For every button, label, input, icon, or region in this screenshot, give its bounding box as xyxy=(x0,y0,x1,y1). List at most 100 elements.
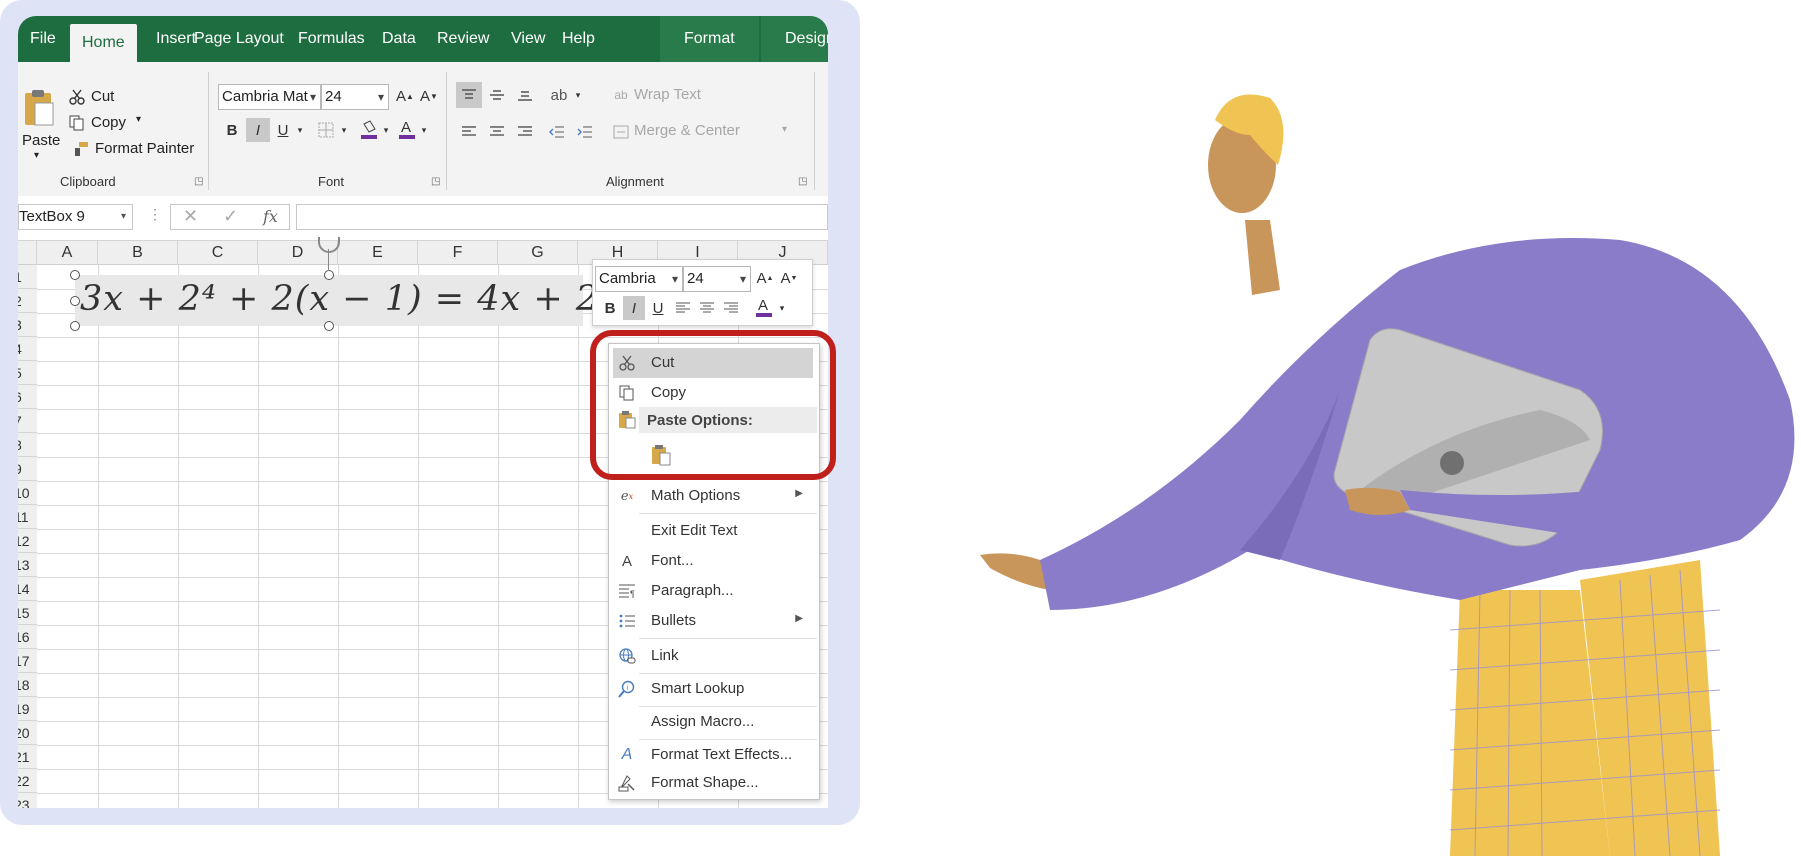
borders-dropdown-icon[interactable]: ▾ xyxy=(338,118,350,142)
menu-item-assign-macro[interactable]: Assign Macro... xyxy=(609,707,817,737)
menu-item-paragraph[interactable]: ¶ Paragraph... xyxy=(609,576,817,606)
align-right-icon[interactable] xyxy=(512,120,538,144)
menu-item-exit-edit-text[interactable]: Exit Edit Text xyxy=(609,516,817,546)
row-header[interactable]: 20 xyxy=(18,721,37,745)
paste-button-label[interactable]: Paste xyxy=(22,132,60,149)
equation-text[interactable]: 3x + 2⁴ + 2(x − 1) = 4x + 2⁵ xyxy=(80,279,614,319)
copy-dropdown-icon[interactable]: ▾ xyxy=(136,114,141,125)
align-right-icon[interactable] xyxy=(721,298,741,318)
menu-item-math-options[interactable]: ex Math Options ▶ xyxy=(609,481,817,511)
enter-icon[interactable]: ✓ xyxy=(223,206,238,227)
align-left-icon[interactable] xyxy=(456,120,482,144)
decrease-indent-icon[interactable] xyxy=(544,120,570,144)
row-header[interactable]: 8 xyxy=(18,433,37,457)
row-header[interactable]: 22 xyxy=(18,769,37,793)
font-launcher-icon[interactable]: ◳ xyxy=(431,176,440,187)
copy-button[interactable]: Copy xyxy=(91,114,126,131)
mini-underline-button[interactable]: U xyxy=(647,296,669,320)
tab-format[interactable]: Format xyxy=(660,16,759,62)
mini-bold-button[interactable]: B xyxy=(599,296,621,320)
column-header[interactable]: C xyxy=(178,241,258,265)
row-header[interactable]: 17 xyxy=(18,649,37,673)
insert-function-icon[interactable]: fx xyxy=(263,207,278,226)
copy-icon[interactable] xyxy=(68,114,86,132)
font-color-dropdown-icon[interactable]: ▾ xyxy=(777,296,787,320)
align-center-icon[interactable] xyxy=(697,298,717,318)
column-header[interactable]: B xyxy=(98,241,178,265)
resize-handle[interactable] xyxy=(324,321,334,331)
align-bottom-icon[interactable] xyxy=(512,82,538,108)
resize-handle[interactable] xyxy=(70,321,80,331)
row-header[interactable]: 1 xyxy=(18,265,37,289)
orientation-icon[interactable]: ab xyxy=(546,82,572,108)
row-header[interactable]: 10 xyxy=(18,481,37,505)
row-header[interactable]: 13 xyxy=(18,553,37,577)
menu-item-bullets[interactable]: Bullets ▶ xyxy=(609,606,817,636)
resize-handle[interactable] xyxy=(324,270,334,280)
font-color-icon[interactable]: A xyxy=(753,294,775,320)
menu-item-font[interactable]: A Font... xyxy=(609,546,817,576)
align-center-icon[interactable] xyxy=(484,120,510,144)
merge-dropdown-icon[interactable]: ▾ xyxy=(782,124,787,135)
mini-font-combo[interactable]: Cambria ▾ xyxy=(595,266,683,292)
decrease-font-icon[interactable]: A ▼ xyxy=(779,268,799,288)
row-header[interactable]: 3 xyxy=(18,313,37,337)
underline-dropdown-icon[interactable]: ▾ xyxy=(294,118,306,142)
tab-page-layout[interactable]: Page Layout xyxy=(182,16,296,62)
font-size-combo[interactable]: 24 ▾ xyxy=(321,84,389,110)
increase-font-icon[interactable]: A ▲ xyxy=(755,268,775,288)
resize-handle[interactable] xyxy=(70,296,80,306)
row-header[interactable]: 9 xyxy=(18,457,37,481)
row-header[interactable]: 4 xyxy=(18,337,37,361)
wrap-text-button[interactable]: Wrap Text xyxy=(634,86,701,103)
merge-center-icon[interactable] xyxy=(612,122,630,142)
cut-icon[interactable] xyxy=(68,88,86,106)
row-header[interactable]: 18 xyxy=(18,673,37,697)
column-header[interactable]: A xyxy=(37,241,98,265)
increase-font-icon[interactable]: A ▲ xyxy=(395,86,415,106)
menu-item-smart-lookup[interactable]: i Smart Lookup xyxy=(609,674,817,704)
italic-button[interactable]: I xyxy=(246,118,270,142)
row-header[interactable]: 14 xyxy=(18,577,37,601)
row-header[interactable]: 19 xyxy=(18,697,37,721)
menu-item-format-shape[interactable]: Format Shape... xyxy=(609,768,817,798)
mini-italic-button[interactable]: I xyxy=(623,296,645,320)
decrease-font-icon[interactable]: A ▼ xyxy=(419,86,439,106)
row-header[interactable]: 21 xyxy=(18,745,37,769)
row-header[interactable]: 11 xyxy=(18,505,37,529)
clipboard-launcher-icon[interactable]: ◳ xyxy=(194,176,203,187)
align-top-icon[interactable] xyxy=(456,82,482,108)
column-header[interactable]: G xyxy=(498,241,578,265)
select-all-corner[interactable] xyxy=(18,241,37,265)
mini-size-combo[interactable]: 24 ▾ xyxy=(683,266,751,292)
wrap-text-icon[interactable]: ab xyxy=(612,84,630,106)
cancel-icon[interactable]: ✕ xyxy=(183,206,198,227)
bold-button[interactable]: B xyxy=(220,118,244,142)
row-header[interactable]: 15 xyxy=(18,601,37,625)
row-header[interactable]: 5 xyxy=(18,361,37,385)
fill-color-icon[interactable] xyxy=(358,118,380,142)
tab-data[interactable]: Data xyxy=(370,16,428,62)
tab-file[interactable]: File xyxy=(18,16,68,62)
row-header[interactable]: 23 xyxy=(18,793,37,808)
alignment-launcher-icon[interactable]: ◳ xyxy=(798,176,807,187)
font-name-combo[interactable]: Cambria Mat ▾ xyxy=(218,84,321,110)
resize-handle[interactable] xyxy=(70,270,80,280)
align-left-icon[interactable] xyxy=(673,298,693,318)
column-header[interactable]: F xyxy=(418,241,498,265)
font-color-dropdown-icon[interactable]: ▾ xyxy=(418,118,430,142)
font-color-icon[interactable]: A xyxy=(396,116,418,142)
tab-design[interactable]: Design xyxy=(761,16,828,62)
formula-input[interactable] xyxy=(296,204,828,230)
align-middle-icon[interactable] xyxy=(484,82,510,108)
name-box[interactable]: TextBox 9 ▾ xyxy=(18,204,133,230)
fill-color-dropdown-icon[interactable]: ▾ xyxy=(380,118,392,142)
paste-icon[interactable] xyxy=(22,88,56,128)
merge-center-button[interactable]: Merge & Center xyxy=(634,122,740,139)
format-painter-button[interactable]: Format Painter xyxy=(95,140,194,157)
format-painter-icon[interactable] xyxy=(72,140,90,158)
tab-help[interactable]: Help xyxy=(550,16,607,62)
borders-icon[interactable] xyxy=(316,120,336,140)
orientation-dropdown-icon[interactable]: ▾ xyxy=(572,82,584,108)
column-header[interactable]: E xyxy=(338,241,418,265)
